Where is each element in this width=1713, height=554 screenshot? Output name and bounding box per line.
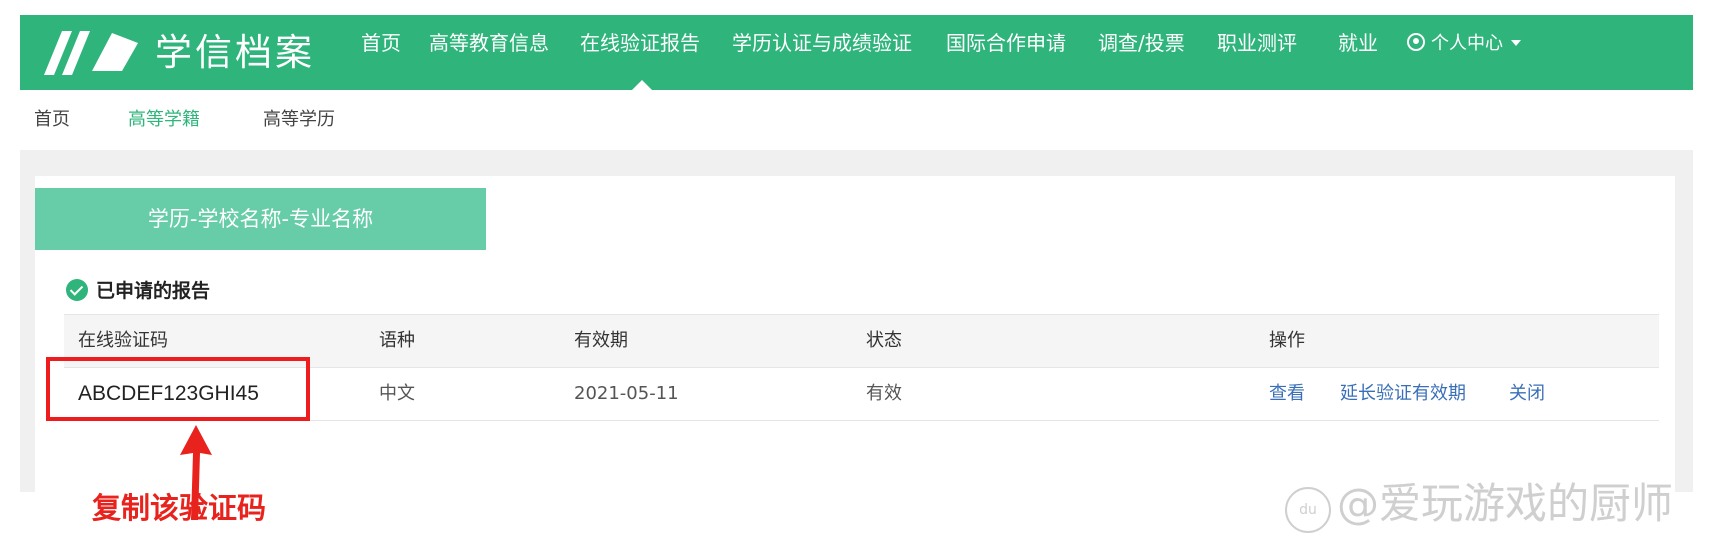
paw-logo-icon: du [1285,487,1331,533]
expiry-value: 2021-05-11 [574,383,679,404]
nav-employment[interactable]: 就业 [1338,15,1378,90]
user-circle-icon [1407,33,1425,51]
nav-career-assessment[interactable]: 职业测评 [1217,15,1297,90]
nav-degree-certification[interactable]: 学历认证与成绩验证 [732,15,912,90]
subnav-higher-degree[interactable]: 高等学历 [263,90,335,150]
user-center-menu[interactable]: 个人中心 [1407,15,1521,90]
sub-nav: 首页 高等学籍 高等学历 [20,90,1693,150]
degree-tab[interactable]: 学历-学校名称-专业名称 [35,188,486,250]
status-value: 有效 [866,383,902,404]
extend-validity-link[interactable]: 延长验证有效期 [1340,368,1466,420]
nav-online-verification-report[interactable]: 在线验证报告 [580,15,700,90]
top-navbar: 学信档案 首页 高等教育信息 在线验证报告 学历认证与成绩验证 国际合作申请 调… [20,15,1693,91]
watermark: du @爱玩游戏的厨师 [1285,470,1673,533]
header-status: 状态 [866,330,902,351]
language-value: 中文 [379,383,415,404]
view-link[interactable]: 查看 [1269,368,1305,420]
subnav-home[interactable]: 首页 [34,90,70,150]
subnav-higher-enrollment[interactable]: 高等学籍 [128,90,200,150]
close-link[interactable]: 关闭 [1509,368,1545,420]
header-actions: 操作 [1269,330,1305,351]
header-language: 语种 [379,330,415,351]
section-title-label: 已申请的报告 [96,280,211,302]
nav-survey-vote[interactable]: 调查/投票 [1098,15,1185,90]
nav-higher-education-info[interactable]: 高等教育信息 [429,15,549,90]
section-title: 已申请的报告 [66,276,210,306]
highlight-box [46,357,310,421]
header-expiry: 有效期 [574,330,628,351]
chevron-down-icon [1511,40,1521,46]
watermark-text: @爱玩游戏的厨师 [1337,479,1674,528]
main-nav: 首页 高等教育信息 在线验证报告 学历认证与成绩验证 国际合作申请 调查/投票 … [20,15,1693,91]
annotation-text: 复制该验证码 [92,491,267,525]
user-center-label: 个人中心 [1431,33,1503,54]
check-circle-icon [66,279,88,301]
nav-international-cooperation[interactable]: 国际合作申请 [946,15,1066,90]
nav-home[interactable]: 首页 [361,15,401,90]
